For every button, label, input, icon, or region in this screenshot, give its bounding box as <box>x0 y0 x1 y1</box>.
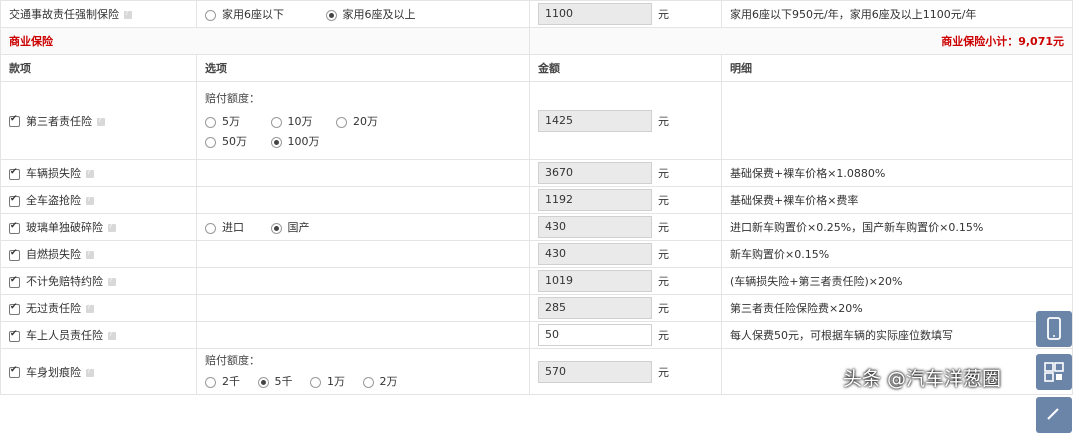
compulsory-option-2[interactable]: 家用6座及以上 <box>325 6 416 22</box>
row-detail: (车辆损失险+第三者责任险)×20% <box>721 267 1073 295</box>
checkbox-checked-icon[interactable] <box>9 194 20 207</box>
option-5w[interactable]: 5万 <box>205 112 253 132</box>
amount-field[interactable]: 1192 <box>538 189 652 211</box>
checkbox-checked-icon[interactable] <box>9 302 20 315</box>
qrcode-icon <box>1044 362 1064 382</box>
option-100w[interactable]: 100万 <box>270 132 320 152</box>
commercial-section: 商业保险 商业保险小计：9,071元 <box>0 27 1073 55</box>
commercial-title: 商业保险 <box>0 27 530 55</box>
help-icon[interactable] <box>108 222 116 232</box>
header-item: 款项 <box>0 54 197 82</box>
column-headers: 款项 选项 金额 明细 <box>0 54 1073 82</box>
radio-icon[interactable] <box>310 376 321 388</box>
passenger-amount-input[interactable]: 50 <box>538 324 652 346</box>
amount-field[interactable]: 285 <box>538 297 652 319</box>
help-icon[interactable] <box>86 303 94 313</box>
help-icon[interactable] <box>86 249 94 259</box>
option-2k[interactable]: 2千 <box>205 373 240 391</box>
insurance-table: 交通事故责任强制保险 家用6座以下 家用6座及以上 1100元 家用6座以下95… <box>0 0 1073 395</box>
amount-field[interactable]: 1019 <box>538 270 652 292</box>
row-detail <box>721 81 1073 160</box>
table-row: 自燃损失险 430元 新车购置价×0.15% <box>0 240 1073 268</box>
table-row: 全车盗抢险 1192元 基础保费+裸车价格×费率 <box>0 186 1073 214</box>
table-row: 第三者责任险 赔付额度： 5万 10万 20万 50万 100万 1425元 <box>0 81 1073 160</box>
row-detail: 新车购置价×0.15% <box>721 240 1073 268</box>
checkbox-checked-icon[interactable] <box>9 365 20 378</box>
compulsory-amount-field[interactable]: 1100 <box>538 3 652 25</box>
option-5k[interactable]: 5千 <box>257 373 293 391</box>
header-option: 选项 <box>196 54 530 82</box>
watermark: 头条 @汽车洋葱圈 <box>843 368 1002 390</box>
row-detail: 第三者责任险保险费×20% <box>721 294 1073 322</box>
phone-icon <box>1047 317 1061 340</box>
radio-selected-icon[interactable] <box>270 136 282 148</box>
help-icon[interactable] <box>108 330 116 340</box>
option-domestic[interactable]: 国产 <box>270 219 310 235</box>
radio-icon[interactable] <box>362 376 374 388</box>
mobile-view-button[interactable] <box>1036 311 1072 347</box>
radio-icon[interactable] <box>205 136 216 148</box>
amount-field[interactable]: 3670 <box>538 162 652 184</box>
amount-field[interactable]: 430 <box>538 216 652 238</box>
back-to-top-button[interactable] <box>1036 397 1072 433</box>
help-icon[interactable] <box>86 168 94 178</box>
compulsory-name: 交通事故责任强制保险 <box>9 8 119 21</box>
option-50w[interactable]: 50万 <box>205 132 253 152</box>
help-icon[interactable] <box>86 367 94 377</box>
radio-selected-icon[interactable] <box>257 376 269 388</box>
commercial-subtotal: 商业保险小计：9,071元 <box>529 27 1073 55</box>
option-10w[interactable]: 10万 <box>270 112 319 132</box>
amount-field[interactable]: 1425 <box>538 109 652 132</box>
option-imported[interactable]: 进口 <box>205 219 253 235</box>
radio-icon[interactable] <box>205 116 216 128</box>
row-detail: 每人保费50元，可根据车辆的实际座位数填写 <box>721 321 1073 349</box>
help-icon[interactable] <box>86 195 94 205</box>
radio-icon[interactable] <box>205 376 216 388</box>
table-row: 车上人员责任险 50元 每人保费50元，可根据车辆的实际座位数填写 <box>0 321 1073 349</box>
table-row: 玻璃单独破碎险 进口 国产 430元 进口新车购置价×0.25%，国产新车购置价… <box>0 213 1073 241</box>
option-1w[interactable]: 1万 <box>310 373 345 391</box>
table-row: 无过责任险 285元 第三者责任险保险费×20% <box>0 294 1073 322</box>
amount-field[interactable]: 570 <box>538 360 652 383</box>
checkbox-checked-icon[interactable] <box>9 329 20 342</box>
option-20w[interactable]: 20万 <box>336 112 378 132</box>
help-icon[interactable] <box>108 276 116 286</box>
radio-selected-icon[interactable] <box>270 222 282 234</box>
row-detail: 基础保费+裸车价格×费率 <box>721 186 1073 214</box>
checkbox-checked-icon[interactable] <box>9 167 20 180</box>
checkbox-checked-icon[interactable] <box>9 221 20 234</box>
compulsory-row: 交通事故责任强制保险 家用6座以下 家用6座及以上 1100元 家用6座以下95… <box>0 0 1073 28</box>
header-detail: 明细 <box>721 54 1073 82</box>
table-row: 不计免赔特约险 1019元 (车辆损失险+第三者责任险)×20% <box>0 267 1073 295</box>
option-2w[interactable]: 2万 <box>362 373 398 391</box>
compulsory-option-1[interactable]: 家用6座以下 <box>205 6 284 22</box>
qrcode-button[interactable] <box>1036 354 1072 390</box>
row-detail: 进口新车购置价×0.25%，国产新车购置价×0.15% <box>721 213 1073 241</box>
radio-icon[interactable] <box>205 222 216 234</box>
checkbox-checked-icon[interactable] <box>9 114 20 127</box>
compulsory-detail: 家用6座以下950元/年，家用6座及以上1100元/年 <box>721 0 1073 28</box>
radio-selected-icon[interactable] <box>325 9 337 21</box>
radio-icon[interactable] <box>205 9 216 21</box>
header-amount: 金额 <box>529 54 722 82</box>
checkbox-checked-icon[interactable] <box>9 248 20 261</box>
help-icon[interactable] <box>124 9 132 19</box>
radio-icon[interactable] <box>336 116 347 128</box>
row-detail: 基础保费+裸车价格×1.0880% <box>721 159 1073 187</box>
table-row: 车辆损失险 3670元 基础保费+裸车价格×1.0880% <box>0 159 1073 187</box>
edit-icon <box>1047 408 1059 420</box>
radio-icon[interactable] <box>270 116 282 128</box>
checkbox-checked-icon[interactable] <box>9 275 20 288</box>
amount-field[interactable]: 430 <box>538 243 652 265</box>
help-icon[interactable] <box>97 116 105 126</box>
